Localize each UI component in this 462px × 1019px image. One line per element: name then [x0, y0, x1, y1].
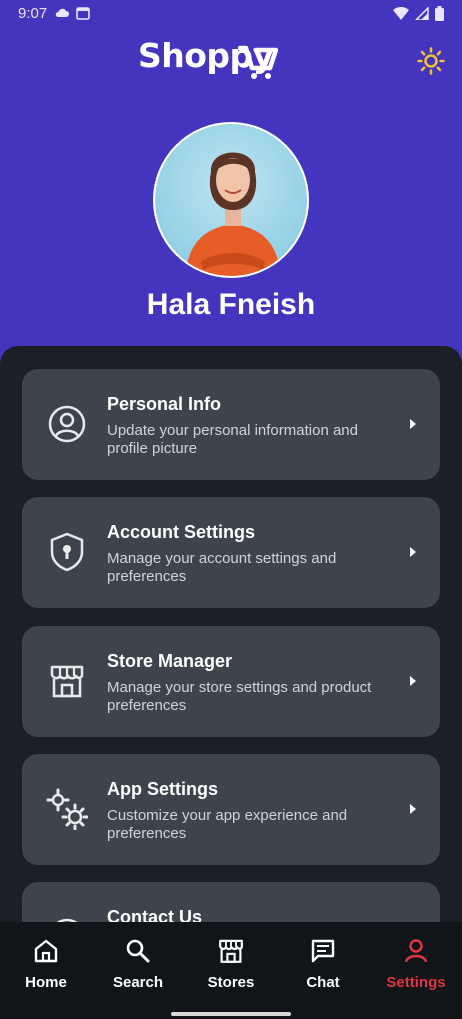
card-title: Store Manager [107, 651, 233, 671]
user-circle-icon [48, 405, 86, 443]
card-description: Customize your app experience and prefer… [107, 807, 348, 842]
calendar-icon [76, 7, 90, 20]
nav-label: Settings [386, 974, 446, 991]
store-manager-card[interactable]: Store Manager Manage your store settings… [22, 626, 440, 737]
card-title: App Settings [107, 779, 218, 799]
card-title: Personal Info [107, 394, 222, 414]
theme-toggle-button[interactable] [414, 44, 448, 78]
nav-stores[interactable]: Stores [191, 936, 271, 991]
home-indicator[interactable] [171, 1012, 291, 1016]
chevron-right-icon [410, 676, 416, 686]
card-title: Account Settings [107, 522, 256, 542]
nav-home[interactable]: Home [6, 936, 86, 991]
status-time: 9:07 [18, 5, 48, 22]
avatar-photo [185, 152, 281, 276]
card-description: Manage your store settings and product p… [107, 679, 372, 714]
chevron-right-icon [410, 419, 416, 429]
contact-us-card[interactable]: Contact Us [22, 882, 440, 924]
gears-icon [46, 788, 88, 830]
nav-settings[interactable]: Settings [376, 936, 456, 991]
bottom-navigation: Home Search Stores Chat Settings [0, 922, 462, 1019]
header: 9:07 Shoppy Hala Fneish [0, 0, 462, 380]
cloud-icon [55, 8, 69, 17]
user-name: Hala Fneish [146, 288, 316, 321]
nav-label: Chat [306, 974, 340, 991]
sun-icon [417, 47, 445, 75]
nav-label: Home [25, 974, 67, 991]
status-bar: 9:07 [0, 0, 462, 28]
personal-info-card[interactable]: Personal Info Update your personal infor… [22, 369, 440, 480]
store-icon [50, 665, 84, 698]
user-icon [404, 939, 428, 963]
chevron-right-icon [410, 547, 416, 557]
chat-icon [311, 939, 335, 963]
nav-label: Stores [207, 974, 255, 991]
account-settings-card[interactable]: Account Settings Manage your account set… [22, 497, 440, 608]
settings-list: Personal Info Update your personal infor… [0, 346, 462, 924]
nav-label: Search [112, 974, 164, 991]
avatar[interactable] [153, 122, 309, 278]
shield-lock-icon [50, 532, 84, 572]
card-description: Manage your account settings and prefere… [107, 550, 337, 585]
home-icon [34, 939, 58, 963]
nav-chat[interactable]: Chat [283, 936, 363, 991]
search-icon [126, 939, 150, 963]
app-settings-card[interactable]: App Settings Customize your app experien… [22, 754, 440, 865]
store-icon [219, 939, 243, 963]
shoppy-logo: Shoppy [138, 36, 278, 86]
nav-search[interactable]: Search [98, 936, 178, 991]
battery-icon [435, 6, 444, 21]
signal-icon [415, 7, 429, 20]
wifi-icon [393, 7, 409, 20]
chevron-right-icon [410, 804, 416, 814]
cart-logo-icon [238, 45, 278, 79]
card-description: Update your personal information and pro… [107, 422, 358, 457]
